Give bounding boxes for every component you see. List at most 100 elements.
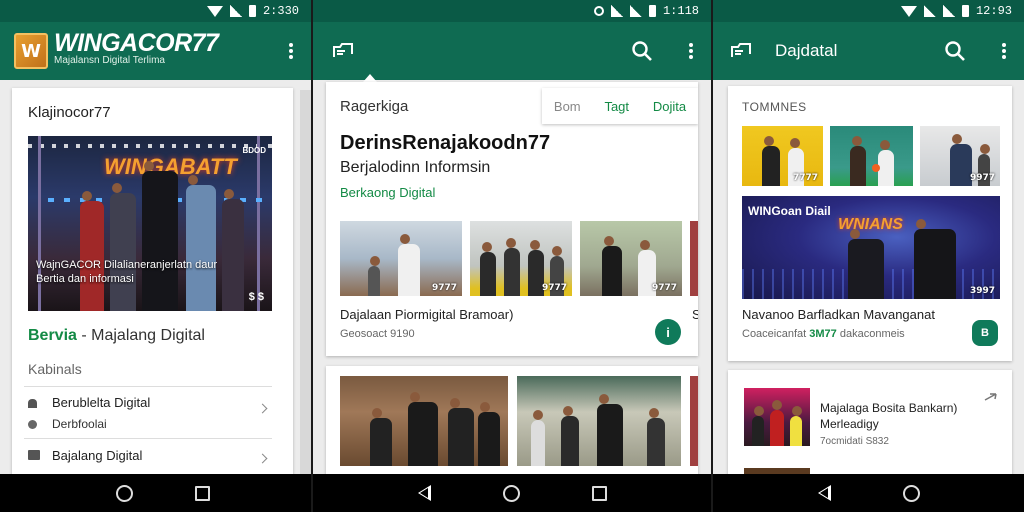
section-label: Kabinals bbox=[28, 361, 82, 377]
nav-bar bbox=[313, 474, 711, 512]
thumbnail-badge: 9777 bbox=[541, 283, 567, 293]
brand-rest: - Majalang Digital bbox=[76, 327, 205, 344]
action-fab-icon[interactable]: B bbox=[972, 320, 998, 346]
scrollbar[interactable] bbox=[300, 90, 311, 474]
brand-green: Bervia bbox=[28, 327, 77, 344]
app-logo-icon[interactable]: W bbox=[14, 33, 48, 69]
status-time: 1:118 bbox=[662, 4, 699, 18]
thumbnail[interactable]: 9777 bbox=[580, 221, 682, 296]
hero-caption: WajnGACOR Dilalianeranjerlatn daur Berti… bbox=[36, 259, 218, 285]
thumbnail-badge: 7777 bbox=[792, 173, 818, 183]
home-button-icon[interactable] bbox=[116, 484, 133, 502]
signal-icon bbox=[629, 5, 642, 17]
status-time: 12:93 bbox=[975, 4, 1012, 18]
green-text: Berkaong Digital bbox=[340, 185, 436, 200]
list-row[interactable]: Berublelta Digital Derbfoolai bbox=[24, 386, 272, 436]
banner-text: WNIANS bbox=[838, 216, 903, 233]
meta-text: Coaceicanfat 3M77 dakaconmeis bbox=[742, 328, 905, 340]
phone-screen-2: 1:118 Ragerkiga Bom Tagt Dojita DerinsRe… bbox=[313, 0, 711, 512]
thumbnail[interactable] bbox=[690, 221, 698, 296]
tab-bom[interactable]: Bom bbox=[554, 99, 581, 114]
tab-group: Bom Tagt Dojita bbox=[542, 88, 698, 124]
share-arrow-icon[interactable] bbox=[984, 392, 998, 402]
thumbnail[interactable]: 7777 bbox=[742, 126, 823, 186]
battery-icon bbox=[961, 5, 969, 17]
status-bar: 12:93 bbox=[713, 0, 1024, 22]
signal-icon bbox=[923, 5, 936, 17]
folder-icon bbox=[28, 450, 40, 460]
status-bar: 2:330 bbox=[0, 0, 311, 22]
signal-icon bbox=[942, 5, 955, 17]
back-button-icon[interactable] bbox=[417, 485, 431, 501]
thumbnail[interactable]: 9977 bbox=[920, 126, 1000, 186]
logo-text: WINGACOR77 bbox=[54, 29, 219, 57]
signal-icon bbox=[229, 5, 242, 17]
section-label: TOMMNES bbox=[742, 100, 807, 114]
thumbnail[interactable]: 9777 bbox=[470, 221, 572, 296]
banner-text: WINGoan Diail bbox=[748, 204, 831, 218]
thumbnail-badge: 9777 bbox=[431, 283, 457, 293]
search-icon[interactable] bbox=[631, 40, 653, 62]
app-bar bbox=[313, 22, 711, 80]
featured-card: Ragerkiga Bom Tagt Dojita DerinsRenajako… bbox=[326, 82, 698, 356]
recents-button-icon[interactable] bbox=[591, 485, 607, 501]
battery-icon bbox=[648, 5, 656, 17]
banner-image[interactable]: WINGoan Diail WNIANS 3997 bbox=[742, 196, 1000, 299]
tab-tagt[interactable]: Tagt bbox=[604, 99, 629, 114]
list-card: Majalaga Bosita Bankarn) Merleadigy 7ocm… bbox=[728, 370, 1012, 490]
main-card: Klajinocor77 WINGABATT BDOD WajnGACOR Di… bbox=[12, 88, 293, 478]
phone-screen-1: 2:330 W WINGACOR77 Majalansn Digital Ter… bbox=[0, 0, 311, 512]
caption-cut: S bbox=[692, 307, 698, 322]
wifi-icon bbox=[900, 5, 917, 17]
brand-line: Bervia - Majalang Digital bbox=[28, 327, 205, 345]
banner-badge: 3997 bbox=[969, 286, 995, 296]
status-bar: 1:118 bbox=[313, 0, 711, 22]
alarm-icon bbox=[593, 6, 604, 16]
logo-subtitle: Majalansn Digital Terlima bbox=[54, 55, 165, 66]
list-item-meta: 7ocmidati S832 bbox=[820, 436, 889, 447]
back-button-icon[interactable] bbox=[817, 485, 831, 501]
wifi-icon bbox=[206, 5, 223, 17]
subheadline: Berjalodinn Informsin bbox=[340, 159, 491, 176]
thumbnail[interactable] bbox=[340, 376, 508, 466]
meta-text: Geosoact 9190 bbox=[340, 328, 415, 340]
more-options-icon[interactable] bbox=[683, 39, 699, 63]
card-title: Klajinocor77 bbox=[28, 104, 111, 121]
list-row[interactable]: Bajalang Digital bbox=[24, 438, 272, 478]
status-time: 2:330 bbox=[262, 4, 299, 18]
app-bar: Dajdatal bbox=[713, 22, 1024, 80]
app-bar-title: Dajdatal bbox=[775, 41, 838, 60]
nav-bar bbox=[713, 474, 1024, 512]
app-logo-icon[interactable] bbox=[331, 41, 355, 61]
tab-indicator-arrow bbox=[363, 74, 377, 82]
list-row-title: Berublelta Digital bbox=[52, 395, 151, 410]
hero-image[interactable]: WINGABATT BDOD WajnGACOR Dilalianeranjer… bbox=[28, 136, 272, 311]
recents-button-icon[interactable] bbox=[195, 485, 210, 501]
phone-screen-3: 12:93 Dajdatal TOMMNES 7777 9977 WINGoan… bbox=[713, 0, 1024, 512]
battery-icon bbox=[248, 5, 256, 17]
list-row-title: Bajalang Digital bbox=[52, 448, 143, 463]
headline: DerinsRenajakoodn77 bbox=[340, 132, 551, 154]
chevron-right-icon bbox=[257, 453, 268, 464]
thumbnail-badge: 9977 bbox=[969, 173, 995, 183]
tab-dojita[interactable]: Dojita bbox=[653, 99, 686, 114]
thumbnail[interactable]: 9777 bbox=[340, 221, 462, 296]
thumbnail[interactable] bbox=[517, 376, 681, 466]
search-icon[interactable] bbox=[944, 40, 966, 62]
more-options-icon[interactable] bbox=[283, 39, 299, 63]
thumbnail[interactable] bbox=[690, 376, 698, 466]
home-button-icon[interactable] bbox=[902, 484, 920, 502]
app-logo-icon[interactable] bbox=[729, 41, 753, 61]
dot-icon bbox=[28, 420, 37, 429]
meta-pre: Coaceicanfat bbox=[742, 328, 810, 340]
secondary-card bbox=[326, 366, 698, 486]
thumbnail[interactable] bbox=[744, 388, 810, 446]
card-label: Ragerkiga bbox=[340, 98, 409, 115]
signal-icon bbox=[610, 5, 623, 17]
home-button-icon[interactable] bbox=[502, 484, 520, 502]
caption: Dajalaan Piormigital Bramoar) bbox=[340, 307, 514, 322]
info-fab-icon[interactable]: i bbox=[655, 319, 681, 345]
thumbnail[interactable] bbox=[830, 126, 913, 186]
app-bar: W WINGACOR77 Majalansn Digital Terlima bbox=[0, 22, 311, 80]
more-options-icon[interactable] bbox=[996, 39, 1012, 63]
